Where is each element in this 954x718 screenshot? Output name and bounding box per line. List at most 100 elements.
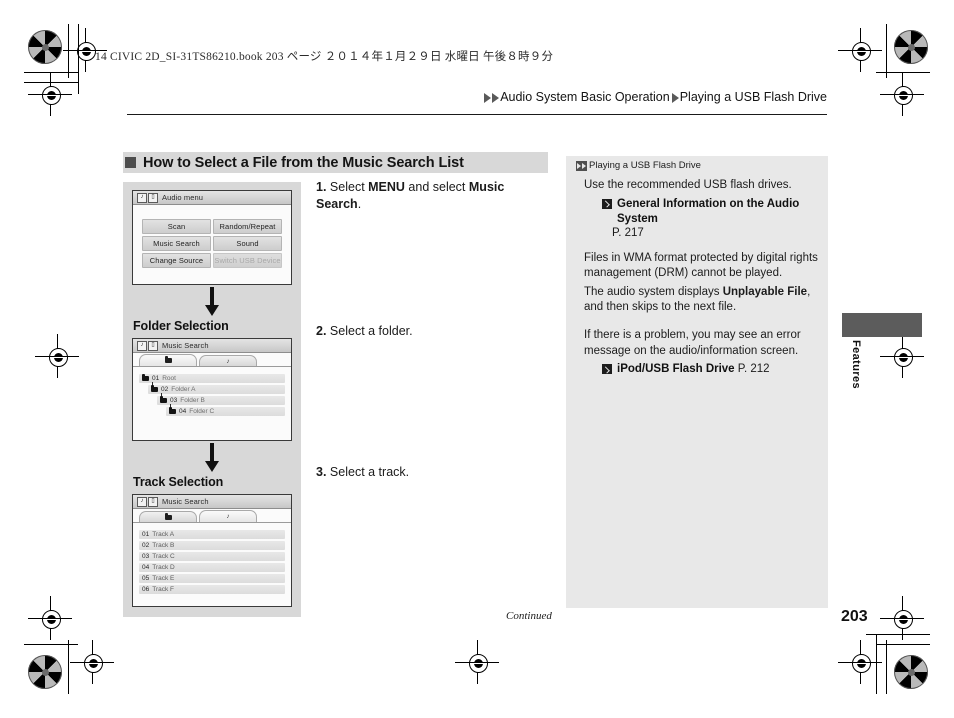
note-paragraph-1: Use the recommended USB flash drives.: [584, 179, 792, 191]
breadcrumb: Audio System Basic Operation Playing a U…: [484, 90, 827, 104]
step-1-number: 1.: [316, 180, 327, 194]
triangle-right-icon-2: [492, 93, 500, 103]
crop-line-bl-h: [24, 644, 78, 645]
track-row-list: 01 Track A 02 Track B 03 Track C 04 Trac…: [137, 527, 287, 600]
flow-arrow-2-wrap: [132, 441, 292, 475]
crosshair-bottom-left-2: [70, 640, 114, 684]
step-2: 2. Select a folder.: [316, 323, 413, 340]
screen-audio-menu: ♪ ▯ Audio menu Scan Random/Repeat Music …: [132, 190, 292, 285]
list-item[interactable]: 04 Track D: [139, 563, 285, 572]
note-paragraph-2b-pre: The audio system displays: [584, 285, 723, 298]
note-paragraph-3: If there is a problem, you may see an er…: [584, 329, 801, 357]
row-name: Folder C: [189, 408, 215, 415]
flow-label-track-selection: Track Selection: [133, 475, 224, 489]
note-paragraph-2b: The audio system displays Unplayable Fil…: [584, 285, 818, 316]
row-number: 05: [142, 575, 150, 582]
row-number: 01: [142, 531, 150, 538]
row-number: 02: [142, 542, 150, 549]
procedure-flow-column: ♪ ▯ Audio menu Scan Random/Repeat Music …: [123, 182, 301, 617]
audio-menu-grid: Scan Random/Repeat Music Search Sound Ch…: [139, 210, 285, 278]
cross-reference-2[interactable]: iPod/USB Flash Drive P. 212: [602, 362, 818, 377]
row-number: 03: [170, 397, 178, 404]
row-number: 04: [142, 564, 150, 571]
arrow-box-icon: [602, 198, 612, 209]
row-number: 01: [152, 375, 160, 382]
thumb-tab-block: [842, 313, 922, 337]
row-name: Track E: [152, 575, 175, 582]
row-number: 03: [142, 553, 150, 560]
row-number: 06: [142, 586, 150, 593]
side-note-panel: Playing a USB Flash Drive Use the recomm…: [566, 156, 828, 608]
display-icon-2: ▯: [148, 340, 158, 351]
cross-reference-1-page: P. 217: [612, 226, 644, 239]
row-name: Track C: [152, 553, 175, 560]
arrow-down-icon-2: [205, 443, 219, 473]
screen-title-audio-menu: Audio menu: [162, 193, 204, 202]
triangle-right-icon: [484, 93, 492, 103]
cross-reference-2-page: P. 212: [737, 363, 770, 376]
crop-line-br-h: [876, 644, 930, 645]
tabs-row-track-search: ♪: [133, 509, 291, 523]
folder-row-list: 01 Root 02 Folder A 03 Folder B 04 Folde…: [137, 371, 287, 422]
flow-label-folder-selection: Folder Selection: [133, 319, 229, 333]
registration-target-top-right: [894, 30, 928, 64]
crop-line-tr-h: [876, 72, 930, 73]
list-item[interactable]: 05 Track E: [139, 574, 285, 583]
breadcrumb-level-2[interactable]: Playing a USB Flash Drive: [680, 90, 827, 104]
list-item[interactable]: 01 Root: [139, 374, 285, 383]
crop-line-br-v2: [876, 634, 877, 694]
title-bar-icons-2: ♪ ▯: [137, 340, 158, 351]
screen-title-bar-audio-menu: ♪ ▯ Audio menu: [133, 191, 291, 205]
list-item[interactable]: 02 Folder A: [148, 382, 285, 394]
list-item[interactable]: 04 Folder C: [166, 404, 285, 416]
triangle-right-icon-3: [671, 93, 679, 103]
arrow-box-icon-2: [602, 364, 612, 375]
row-name: Track D: [152, 564, 175, 571]
list-item[interactable]: 01 Track A: [139, 530, 285, 539]
note-paragraph-2a: Files in WMA format protected by digital…: [584, 251, 818, 280]
header-rule: [127, 114, 827, 115]
arrow-down-icon: [205, 287, 219, 317]
flow-arrow-1-wrap: [132, 285, 292, 319]
menu-button-music-search[interactable]: Music Search: [142, 236, 211, 251]
cross-reference-1-label: General Information on the Audio System: [617, 197, 800, 225]
list-item[interactable]: 06 Track F: [139, 585, 285, 594]
step-3-number: 3.: [316, 465, 327, 479]
step-1-bold-menu: MENU: [368, 180, 405, 194]
crop-line-tl-h: [24, 72, 78, 73]
section-heading: How to Select a File from the Music Sear…: [123, 152, 548, 173]
breadcrumb-level-1[interactable]: Audio System Basic Operation: [500, 90, 670, 104]
menu-button-scan[interactable]: Scan: [142, 219, 211, 234]
menu-button-random-repeat[interactable]: Random/Repeat: [213, 219, 282, 234]
crop-line-tl-h2: [24, 82, 78, 83]
tab-folder-2[interactable]: [139, 511, 197, 522]
menu-button-change-source[interactable]: Change Source: [142, 253, 211, 268]
page-title: How to Select a File from the Music Sear…: [143, 154, 464, 171]
music-note-icon: ♪: [137, 192, 147, 203]
list-item[interactable]: 03 Folder B: [157, 393, 285, 405]
note-term-unplayable-file: Unplayable File: [722, 285, 808, 298]
crop-line-br-v: [886, 640, 887, 694]
row-name: Root: [162, 375, 176, 382]
step-1: 1. Select MENU and select Music Search.: [316, 179, 546, 213]
tab-folder[interactable]: [139, 354, 197, 366]
cross-reference-2-label: iPod/USB Flash Drive: [617, 363, 735, 376]
tab-track[interactable]: ♪: [199, 355, 257, 366]
registration-target-bottom-left: [28, 655, 62, 689]
note-heading: Playing a USB Flash Drive: [576, 160, 818, 171]
cross-reference-1[interactable]: General Information on the Audio System: [602, 197, 818, 227]
screen-body-audio-menu: Scan Random/Repeat Music Search Sound Ch…: [133, 205, 291, 284]
display-icon: ▯: [148, 192, 158, 203]
crosshair-mid-right: [880, 334, 924, 378]
registration-target-top-left: [28, 30, 62, 64]
step-2-number: 2.: [316, 324, 327, 338]
square-bullet-icon: [125, 157, 136, 168]
menu-button-sound[interactable]: Sound: [213, 236, 282, 251]
folder-icon-row-3: [160, 396, 167, 403]
tab-track-2[interactable]: ♪: [199, 510, 257, 522]
screen-folder-selection: ♪ ▯ Music Search ♪ 01 Root 02 Folder A 0…: [132, 338, 292, 441]
list-item[interactable]: 03 Track C: [139, 552, 285, 561]
list-item[interactable]: 02 Track B: [139, 541, 285, 550]
title-bar-icons: ♪ ▯: [137, 192, 158, 203]
crop-line-tl-v2: [78, 24, 79, 94]
